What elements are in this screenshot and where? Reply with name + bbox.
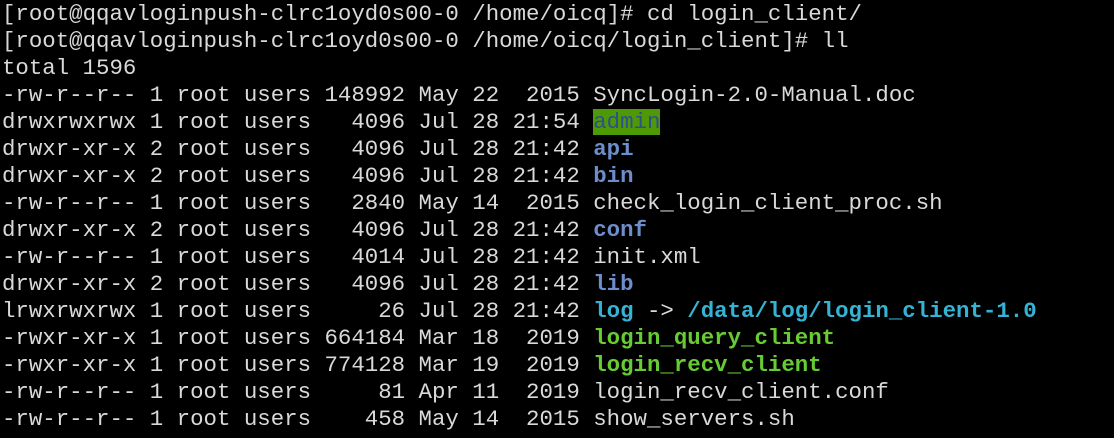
file-metadata: drwxr-xr-x 2 root users 4096 Jul 28 21:4… — [2, 271, 594, 297]
executable-name[interactable]: login_query_client — [593, 325, 835, 351]
file-metadata: -rw-r--r-- 1 root users 81 Apr 11 2019 — [2, 379, 594, 405]
file-metadata: -rwxr-xr-x 1 root users 774128 Mar 19 20… — [2, 352, 594, 378]
prompt-line-ll: [root@qqavloginpush-clrc1oyd0s00-0 /home… — [2, 28, 849, 55]
shell-prompt: [root@qqavloginpush-clrc1oyd0s00-0 /home… — [2, 28, 822, 54]
file-metadata: drwxr-xr-x 2 root users 4096 Jul 28 21:4… — [2, 217, 594, 243]
file-name[interactable]: init.xml — [593, 244, 701, 270]
file-metadata: drwxrwxrwx 1 root users 4096 Jul 28 21:5… — [2, 109, 594, 135]
listing-row: drwxr-xr-x 2 root users 4096 Jul 28 21:4… — [2, 163, 634, 190]
directory-name[interactable]: api — [593, 136, 633, 162]
file-metadata: -rw-r--r-- 1 root users 458 May 14 2015 — [2, 406, 594, 432]
directory-name[interactable]: lib — [593, 271, 633, 297]
directory-name-other-writable[interactable]: admin — [593, 109, 661, 135]
listing-row: -rw-r--r-- 1 root users 2840 May 14 2015… — [2, 190, 943, 217]
symlink-target[interactable]: /data/log/login_client-1.0 — [687, 298, 1036, 324]
directory-name[interactable]: bin — [593, 163, 633, 189]
shell-command: cd login_client/ — [646, 1, 862, 27]
listing-row: -rw-r--r-- 1 root users 458 May 14 2015 … — [2, 406, 795, 433]
listing-row: lrwxrwxrwx 1 root users 26 Jul 28 21:42 … — [2, 298, 1037, 325]
file-name[interactable]: SyncLogin-2.0-Manual.doc — [593, 82, 915, 108]
file-metadata: -rwxr-xr-x 1 root users 664184 Mar 18 20… — [2, 325, 594, 351]
listing-total: total 1596 — [2, 55, 137, 81]
listing-row: drwxr-xr-x 2 root users 4096 Jul 28 21:4… — [2, 217, 647, 244]
listing-row: drwxr-xr-x 2 root users 4096 Jul 28 21:4… — [2, 271, 634, 298]
listing-row: -rw-r--r-- 1 root users 81 Apr 11 2019 l… — [2, 379, 889, 406]
file-metadata: -rw-r--r-- 1 root users 148992 May 22 20… — [2, 82, 594, 108]
listing-row: drwxr-xr-x 2 root users 4096 Jul 28 21:4… — [2, 136, 634, 163]
listing-row: -rw-r--r-- 1 root users 148992 May 22 20… — [2, 82, 916, 109]
prompt-line-cd: [root@qqavloginpush-clrc1oyd0s00-0 /home… — [2, 1, 862, 28]
terminal-window[interactable]: [root@qqavloginpush-clrc1oyd0s00-0 /home… — [0, 0, 1114, 438]
file-metadata: -rw-r--r-- 1 root users 4014 Jul 28 21:4… — [2, 244, 594, 270]
file-name[interactable]: show_servers.sh — [593, 406, 795, 432]
directory-name[interactable]: conf — [593, 217, 647, 243]
file-metadata: drwxr-xr-x 2 root users 4096 Jul 28 21:4… — [2, 136, 594, 162]
listing-row: -rwxr-xr-x 1 root users 774128 Mar 19 20… — [2, 352, 822, 379]
symlink-name[interactable]: log — [593, 298, 633, 324]
shell-prompt: [root@qqavloginpush-clrc1oyd0s00-0 /home… — [2, 1, 647, 27]
listing-row: drwxrwxrwx 1 root users 4096 Jul 28 21:5… — [2, 109, 661, 136]
file-metadata: -rw-r--r-- 1 root users 2840 May 14 2015 — [2, 190, 594, 216]
file-name[interactable]: login_recv_client.conf — [593, 379, 889, 405]
listing-row: -rwxr-xr-x 1 root users 664184 Mar 18 20… — [2, 325, 835, 352]
listing-row: -rw-r--r-- 1 root users 4014 Jul 28 21:4… — [2, 244, 701, 271]
executable-name[interactable]: login_recv_client — [593, 352, 821, 378]
symlink-arrow: -> — [633, 298, 688, 324]
file-metadata: drwxr-xr-x 2 root users 4096 Jul 28 21:4… — [2, 163, 594, 189]
file-name[interactable]: check_login_client_proc.sh — [593, 190, 942, 216]
shell-command: ll — [821, 28, 849, 54]
file-metadata: lrwxrwxrwx 1 root users 26 Jul 28 21:42 — [2, 298, 594, 324]
